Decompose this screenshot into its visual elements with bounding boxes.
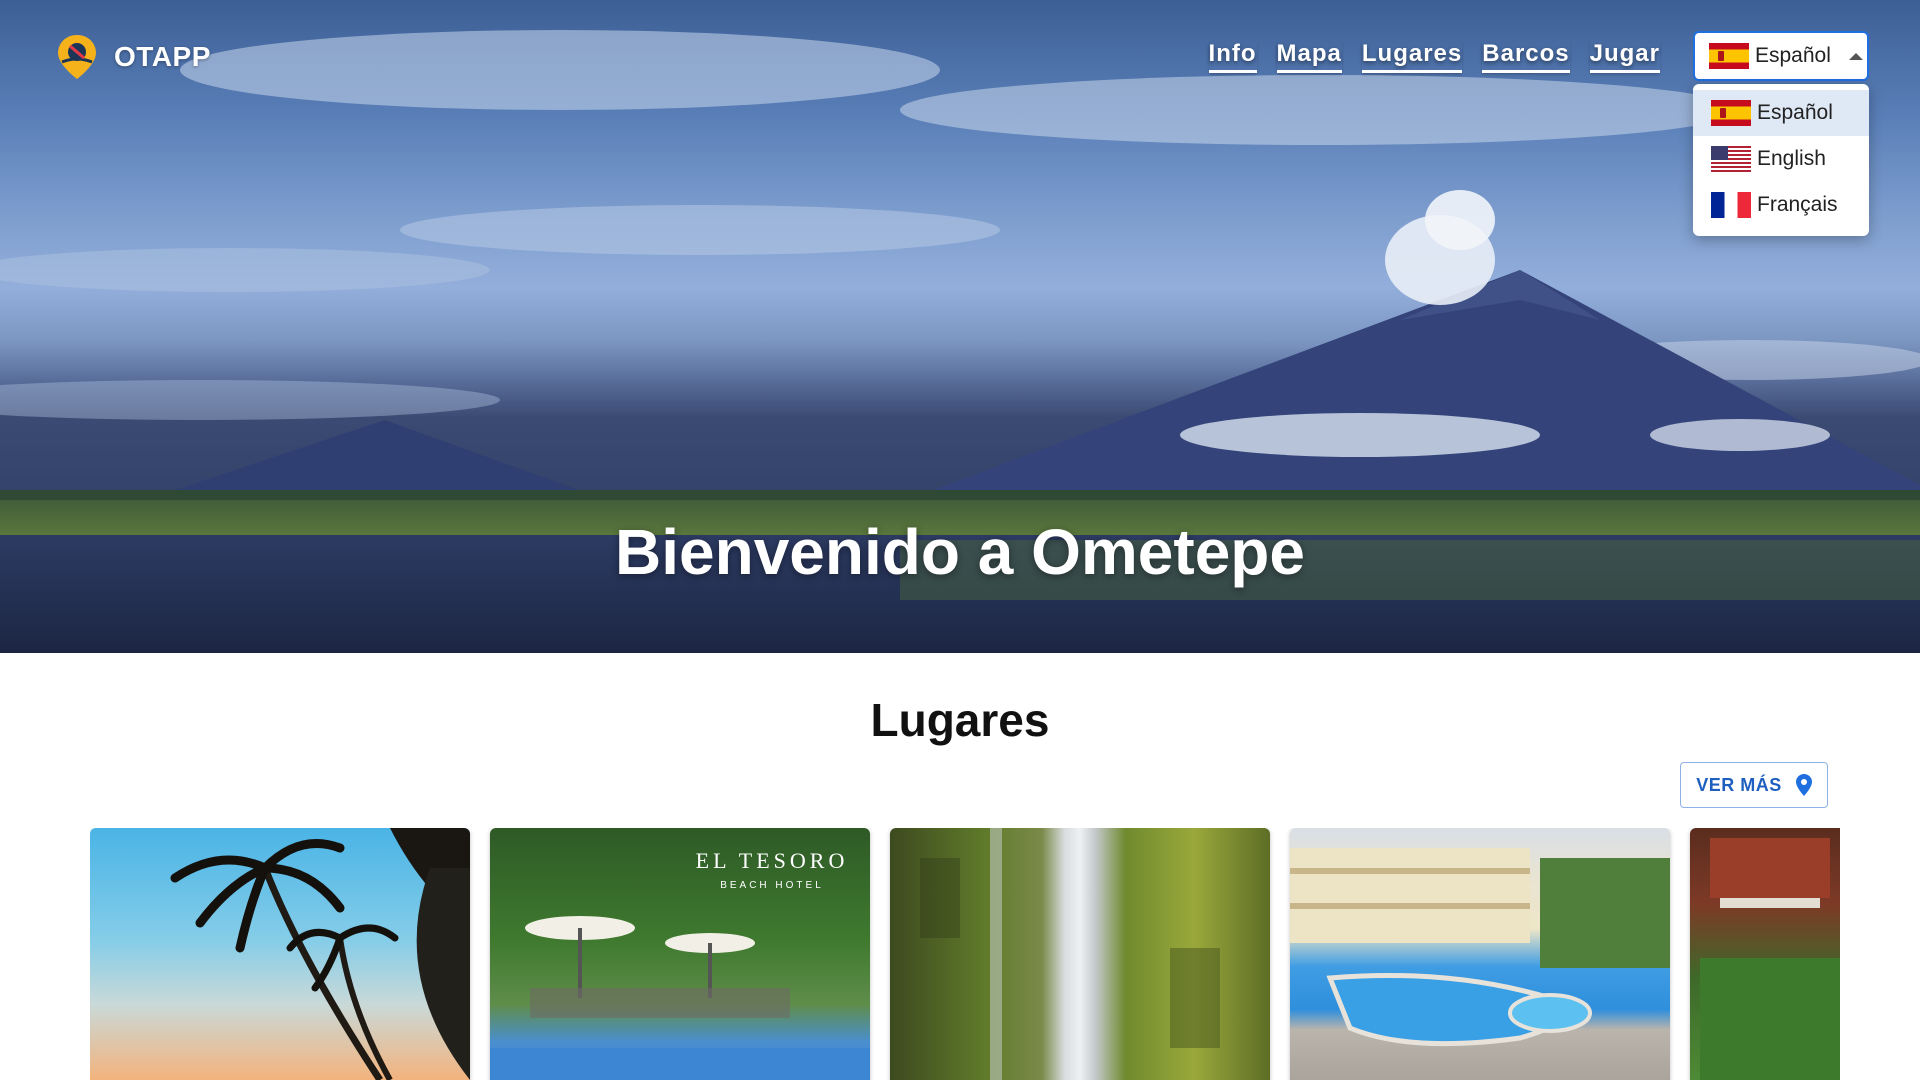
nav-mapa[interactable]: Mapa	[1276, 40, 1342, 73]
garden-cabin-image	[1690, 828, 1840, 1080]
place-card[interactable]	[890, 828, 1270, 1080]
location-pin-icon	[1795, 774, 1812, 796]
nav-lugares[interactable]: Lugares	[1361, 40, 1463, 73]
places-section-title: Lugares	[870, 694, 1050, 746]
hero-banner: OTAPP Info Mapa Lugares Barcos Jugar Esp…	[0, 0, 1920, 653]
ver-mas-button[interactable]: VER MÁS	[1680, 762, 1828, 808]
language-option-label: English	[1757, 147, 1826, 170]
place-card[interactable]: EL TESORO BEACH HOTEL	[490, 828, 870, 1080]
language-option-en[interactable]: English	[1693, 136, 1869, 182]
hotel-pool-image	[1290, 828, 1670, 1080]
brand-name: OTAPP	[114, 41, 211, 72]
top-navigation-bar: OTAPP Info Mapa Lugares Barcos Jugar Esp…	[0, 0, 1920, 236]
nav-info[interactable]: Info	[1208, 40, 1257, 73]
palm-trees-sunset-image	[90, 828, 470, 1080]
main-nav: Info Mapa Lugares Barcos Jugar	[1208, 40, 1660, 73]
el-tesoro-logo-text: EL TESORO	[696, 848, 849, 873]
france-flag-icon	[1711, 192, 1751, 218]
spain-flag-icon	[1711, 100, 1751, 126]
brand[interactable]: OTAPP	[52, 32, 211, 82]
nav-barcos[interactable]: Barcos	[1482, 40, 1570, 73]
svg-text:BEACH HOTEL: BEACH HOTEL	[720, 880, 824, 891]
hero-title: Bienvenido a Ometepe	[615, 516, 1305, 588]
language-option-label: Français	[1757, 193, 1838, 216]
place-card[interactable]	[90, 828, 470, 1080]
nav-jugar[interactable]: Jugar	[1589, 40, 1660, 73]
el-tesoro-beach-hotel-image: EL TESORO BEACH HOTEL	[490, 828, 870, 1080]
place-card[interactable]	[1290, 828, 1670, 1080]
language-option-es[interactable]: Español	[1693, 90, 1869, 136]
language-select-value: Español	[1755, 44, 1831, 67]
language-select[interactable]: Español	[1693, 31, 1869, 81]
language-option-fr[interactable]: Français	[1693, 182, 1869, 228]
language-option-label: Español	[1757, 101, 1833, 124]
map-pin-sun-icon	[58, 35, 96, 79]
chevron-up-icon	[1848, 52, 1863, 60]
spain-flag-icon	[1709, 43, 1749, 69]
language-menu: Español English Français	[1693, 84, 1869, 236]
places-carousel: EL TESORO BEACH HOTEL	[90, 828, 1840, 1080]
waterfall-image	[890, 828, 1270, 1080]
usa-flag-icon	[1711, 146, 1751, 172]
place-card[interactable]	[1690, 828, 1840, 1080]
ver-mas-label: VER MÁS	[1696, 774, 1782, 795]
